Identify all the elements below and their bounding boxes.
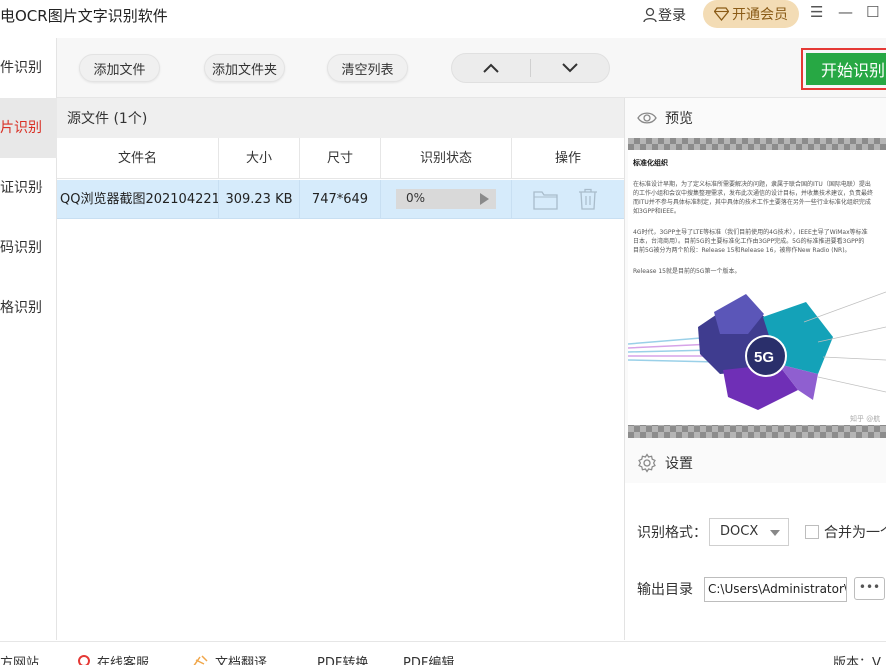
start-recognition-button[interactable]: 开始识别 — [806, 53, 886, 85]
vip-button[interactable]: 开通会员 — [703, 0, 799, 28]
version-text: 版本：V — [833, 656, 881, 665]
column-header-filename[interactable]: 文件名 — [57, 138, 219, 179]
login-label: 登录 — [658, 8, 686, 24]
footer: 方网站 在线客服 文档翻译 PDF转换 PDF编辑 版本：V — [0, 641, 886, 665]
translate-icon — [193, 654, 208, 665]
sidebar-item-label: 件识别 — [0, 60, 42, 76]
play-icon[interactable] — [480, 193, 489, 205]
sidebar-item-label: 格识别 — [0, 300, 42, 316]
column-header-size[interactable]: 大小 — [219, 138, 300, 179]
clear-list-button[interactable]: 清空列表 — [327, 54, 408, 82]
diamond-icon — [714, 7, 729, 21]
pdf-convert-label: PDF转换 — [317, 656, 369, 665]
5g-diagram-image: 5G — [628, 291, 886, 410]
preview-text-line: 目前5G被分为两个阶段：Release 15和Release 16，被称作New… — [633, 247, 851, 254]
online-service-link[interactable]: 在线客服 — [76, 652, 149, 665]
reorder-buttons — [451, 53, 610, 83]
format-select-value: DOCX — [720, 524, 759, 539]
official-website-label: 方网站 — [0, 656, 40, 665]
column-header-dimensions[interactable]: 尺寸 — [300, 138, 381, 179]
file-actions-cell — [512, 180, 624, 219]
sidebar-item-label: 证识别 — [0, 180, 42, 196]
app-window: 电OCR图片文字识别软件 登录 开通会员 ☰ — ☐ 件识别 片识别 证识别 ›… — [0, 0, 886, 665]
svg-text:5G: 5G — [754, 349, 774, 366]
online-service-label: 在线客服 — [97, 656, 150, 665]
pdf-edit-link[interactable]: PDF编辑 — [403, 652, 454, 665]
preview-watermark: 知乎 @航 — [850, 415, 881, 423]
add-folder-button[interactable]: 添加文件夹 — [204, 54, 285, 82]
maximize-icon[interactable]: ☐ — [866, 3, 879, 21]
column-header-status[interactable]: 识别状态 — [381, 138, 512, 179]
image-preview[interactable]: 标准化组织 在标准设计早期，为了定义标准所需要解决的问题，隶属于联合国的ITU（… — [628, 138, 886, 438]
browse-button[interactable]: ••• — [854, 577, 885, 600]
version-label: 版本：V — [833, 652, 881, 665]
preview-title: 预览 — [665, 111, 693, 127]
eye-icon — [637, 112, 657, 124]
preview-text-line: 日本，台湾商用）。目前5G的主要标准化工作由3GPP完成。5G的标准推进要看3G… — [633, 238, 865, 245]
headset-icon — [78, 654, 90, 665]
preview-text-line: Release 15就是目前的5G第一个版本。 — [633, 268, 741, 275]
sidebar-item-id-recognition[interactable]: 证识别 › — [0, 158, 57, 218]
settings-header: 设置 — [625, 443, 886, 483]
sidebar-item-label: 码识别 — [0, 240, 42, 256]
preview-text-line: 的工作小组和会议中搜集整理需求，发布此次通信的设计目标，并收集技术建议，负责最终 — [633, 190, 874, 197]
file-name-cell: QQ浏览器截图202104221... — [57, 180, 219, 219]
official-website-link[interactable]: 方网站 — [0, 652, 39, 665]
doc-translate-link[interactable]: 文档翻译 — [190, 652, 267, 665]
sidebar-item-label: 片识别 — [0, 120, 42, 136]
preview-heading: 标准化组织 — [633, 159, 668, 167]
chevron-down-icon — [562, 63, 578, 73]
pdf-edit-label: PDF编辑 — [403, 656, 455, 665]
menu-icon[interactable]: ☰ — [810, 3, 823, 21]
output-dir-input[interactable]: C:\Users\Administrator\ — [704, 577, 847, 602]
doc-translate-label: 文档翻译 — [215, 656, 268, 665]
chevron-right-icon: › — [38, 180, 44, 195]
title-bar: 电OCR图片文字识别软件 登录 开通会员 ☰ — ☐ — [0, 0, 886, 32]
merge-label: 合并为一个 — [824, 525, 886, 541]
preview-text-line: 如3GPP和IEEE。 — [633, 208, 680, 215]
file-list-empty-area — [57, 220, 624, 640]
app-title: 电OCR图片文字识别软件 — [0, 7, 168, 25]
toolbar: 添加文件 添加文件夹 清空列表 开始识别 — [57, 38, 886, 98]
chevron-up-icon — [483, 63, 499, 73]
column-header-actions: 操作 — [512, 138, 624, 179]
progress-bar: 0% — [396, 189, 496, 209]
format-label: 识别格式： — [637, 525, 707, 541]
trash-icon[interactable] — [578, 188, 598, 210]
output-dir-label: 输出目录 — [637, 582, 693, 598]
user-icon — [643, 7, 657, 23]
move-down-button[interactable] — [531, 54, 609, 82]
sidebar-item-code-recognition[interactable]: 码识别 — [0, 218, 57, 278]
caret-down-icon — [770, 530, 780, 536]
sidebar-item-file-recognition[interactable]: 件识别 — [0, 38, 57, 98]
move-up-button[interactable] — [452, 54, 530, 82]
file-size-cell: 309.23 KB — [219, 180, 300, 219]
sidebar: 件识别 片识别 证识别 › 码识别 格识别 — [0, 38, 57, 640]
add-file-button[interactable]: 添加文件 — [79, 54, 160, 82]
start-button-highlight: 开始识别 — [801, 48, 886, 90]
sidebar-item-table-recognition[interactable]: 格识别 — [0, 278, 57, 338]
merge-checkbox[interactable] — [805, 525, 819, 539]
preview-text-line: 而ITU并不参与具体标准制定，其中具体的技术工作主要落在另外一些行业标准化组织完… — [633, 199, 871, 206]
file-list-header: 源文件 (1个) — [57, 98, 624, 138]
sidebar-item-image-recognition[interactable]: 片识别 — [0, 98, 57, 158]
preview-document: 标准化组织 在标准设计早期，为了定义标准所需要解决的问题，隶属于联合国的ITU（… — [628, 150, 886, 425]
file-dimensions-cell: 747*649 — [300, 180, 381, 219]
progress-text: 0% — [406, 191, 426, 205]
vip-label: 开通会员 — [732, 7, 788, 23]
right-panel: 预览 标准化组织 在标准设计早期，为了定义标准所需要解决的问题，隶属于联合国的I… — [624, 98, 886, 640]
format-select[interactable]: DOCX — [709, 518, 789, 546]
settings-title: 设置 — [665, 456, 693, 472]
gear-icon — [638, 453, 656, 473]
folder-icon[interactable] — [533, 189, 558, 210]
login-button[interactable]: 登录 — [642, 5, 686, 25]
preview-header: 预览 — [625, 98, 886, 138]
preview-text-line: 在标准设计早期，为了定义标准所需要解决的问题，隶属于联合国的ITU（国际电联）提… — [633, 181, 871, 188]
pdf-convert-link[interactable]: PDF转换 — [317, 652, 368, 665]
preview-text-line: 4G时代，3GPP主导了LTE等标准（我们目前使用的4G技术），IEEE主导了W… — [633, 229, 868, 236]
minimize-icon[interactable]: — — [838, 3, 853, 21]
